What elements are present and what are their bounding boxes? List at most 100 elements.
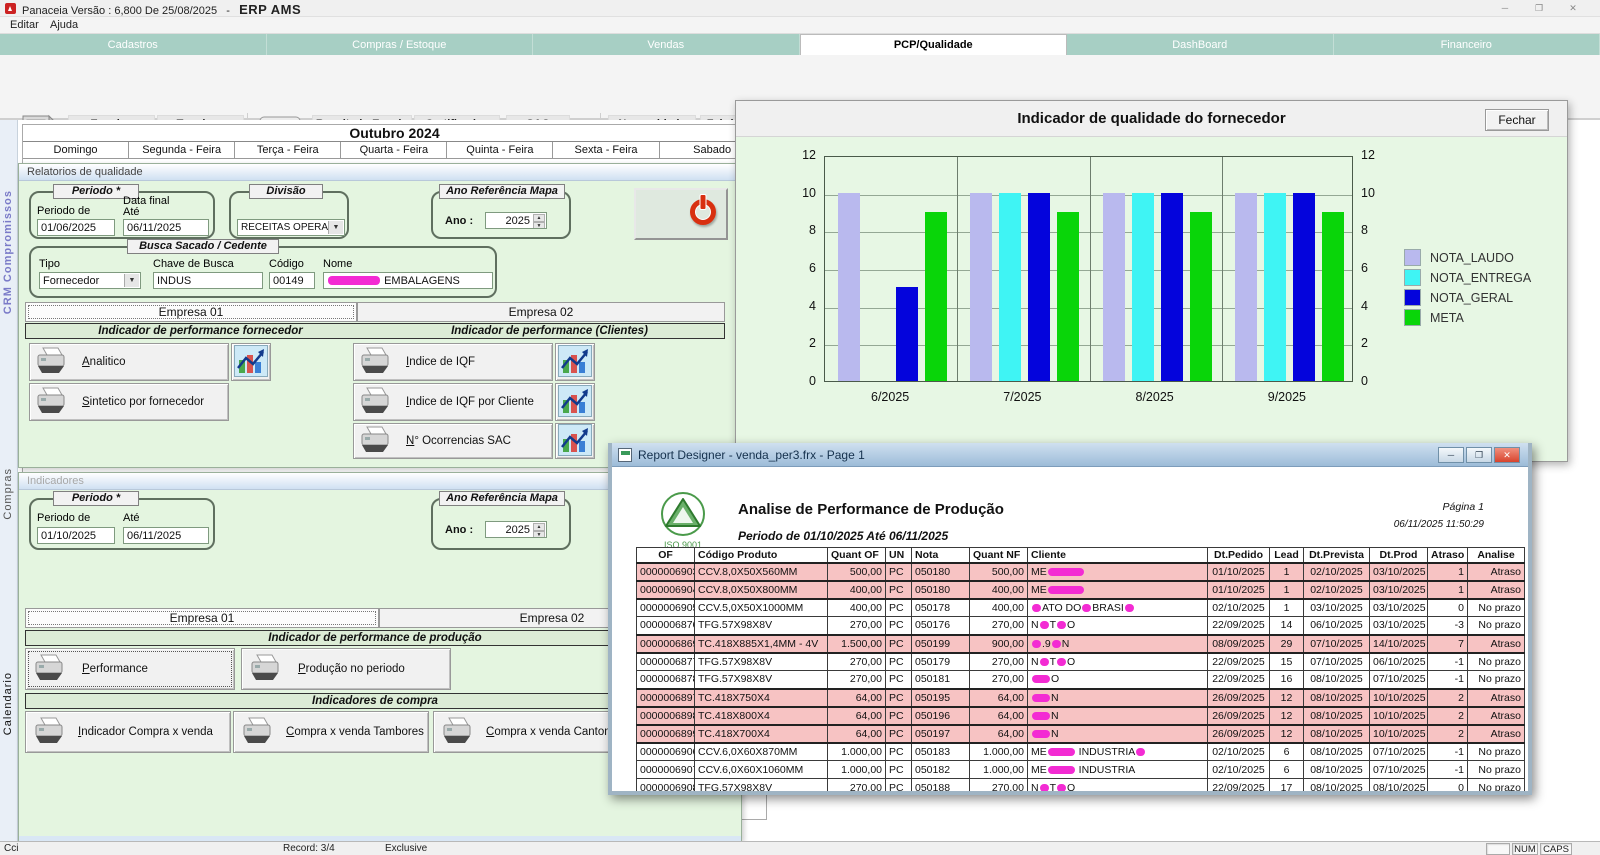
report-cell: 1.000,00 <box>827 760 886 779</box>
tab-cadastros[interactable]: Cadastros <box>0 34 267 55</box>
minimize-icon[interactable]: ─ <box>1438 447 1464 463</box>
tab-financeiro[interactable]: Financeiro <box>1333 34 1600 55</box>
tab-empresa-02[interactable]: Empresa 02 <box>357 302 725 322</box>
report-column-header: Quant NF <box>969 547 1028 563</box>
report-cell: No prazo <box>1467 598 1525 617</box>
printer-icon <box>240 716 274 749</box>
sidebar-item-compras[interactable]: Compras <box>2 468 14 520</box>
chave-busca-input[interactable]: INDUS <box>153 272 263 289</box>
tab-pcp-qualidade[interactable]: PCP/Qualidade <box>799 34 1067 55</box>
codigo-input[interactable]: 00149 <box>269 272 315 289</box>
report-window-titlebar[interactable]: Report Designer - venda_per3.frx - Page … <box>612 443 1528 467</box>
report-column-header: Nota <box>911 547 970 563</box>
report-cell: CCV.8,0X50X560MM <box>694 561 828 582</box>
ate-input[interactable]: 06/11/2025 <box>123 527 209 544</box>
spinner-arrows-icon[interactable]: ▲ ▼ <box>533 214 545 228</box>
btn-indice-iqf-cliente-chart[interactable] <box>555 383 595 421</box>
tab-empresa-01[interactable]: Empresa 01 <box>25 302 357 322</box>
maximize-icon[interactable]: ❐ <box>1466 447 1492 463</box>
y-axis-tick: 2 <box>1361 336 1368 351</box>
close-icon[interactable]: ✕ <box>1494 447 1520 463</box>
report-cell: 02/10/2025 <box>1207 598 1270 617</box>
btn-producao-periodo[interactable]: Produção no periodo <box>241 648 451 690</box>
status-num: NUM <box>1512 843 1538 855</box>
dialog-titlebar[interactable]: Relatorios de qualidade <box>19 164 741 181</box>
legend-swatch <box>1404 269 1421 286</box>
btn-indice-iqf-cliente[interactable]: Indice de IQF por Cliente <box>353 383 553 421</box>
btn-producao-periodo-label: Produção no periodo <box>298 663 405 675</box>
weekday-cell: Domingo <box>23 142 130 159</box>
nome-input[interactable]: EMBALAGENS <box>323 272 493 289</box>
btn-performance[interactable]: Performance <box>25 648 235 690</box>
data-final-input[interactable]: 06/11/2025 <box>123 219 209 236</box>
spinner-arrows-icon[interactable]: ▲ ▼ <box>533 523 545 537</box>
report-cell: No prazo <box>1467 778 1525 791</box>
app-version-text: Panaceia Versão : 6,800 De 25/08/2025 <box>22 5 218 17</box>
legend-item: NOTA_ENTREGA <box>1404 269 1531 286</box>
report-cell: No prazo <box>1467 670 1525 689</box>
report-cell: 1.000,00 <box>827 742 886 761</box>
report-cell: 400,00 <box>969 598 1028 617</box>
btn-sintetico-fornecedor[interactable]: Sintetico por fornecedor <box>29 383 229 421</box>
report-cell: 12 <box>1269 705 1304 726</box>
y-axis-tick: 4 <box>809 298 816 313</box>
report-cell: 22/09/2025 <box>1207 670 1270 689</box>
btn-analitico[interactable]: Analitico <box>29 343 229 381</box>
chart-window-titlebar[interactable]: Indicador de qualidade do fornecedor Fec… <box>736 101 1567 137</box>
btn-ocorrencias-sac-chart[interactable] <box>555 423 595 459</box>
btn-performance-label: Performance <box>82 663 148 675</box>
maximize-icon[interactable]: ❐ <box>1528 2 1550 15</box>
report-cell: 10/10/2025 <box>1369 687 1428 708</box>
tab-compras-estoque[interactable]: Compras / Estoque <box>266 34 533 55</box>
report-cell: 02/10/2025 <box>1303 561 1370 582</box>
legend-item: NOTA_GERAL <box>1404 289 1531 306</box>
btn-compra-venda-tambores[interactable]: Compra x venda Tambores <box>233 711 429 753</box>
status-empty-box <box>1486 843 1510 855</box>
report-row: 0000006897 TC.418X750X4 64,00 PC 050195 64,00… <box>636 687 1525 708</box>
minimize-icon[interactable]: ─ <box>1494 2 1516 15</box>
sidebar-item-calendario[interactable]: Calendario <box>2 672 14 735</box>
chevron-down-icon[interactable]: ▼ <box>328 221 343 234</box>
menu-ajuda[interactable]: Ajuda <box>46 19 82 31</box>
report-cell: 050188 <box>911 778 970 791</box>
tab-empresa-01[interactable]: Empresa 01 <box>25 608 379 628</box>
btn-indice-iqf-chart[interactable] <box>555 343 595 381</box>
sidebar-item-crm-compromissos[interactable]: CRM Compromissos <box>2 190 14 314</box>
calendar-weekday-row: Domingo Segunda - Feira Terça - Feira Qu… <box>23 142 766 159</box>
tab-dashboard[interactable]: DashBoard <box>1067 34 1334 55</box>
btn-compra-venda-cantoneiras[interactable]: Compra x venda Cantonei <box>433 711 633 753</box>
btn-ocorrencias-sac[interactable]: N° Ocorrencias SAC <box>353 423 553 459</box>
report-cell: 0000006903 <box>636 561 695 582</box>
divisao-select[interactable]: RECEITAS OPERAC ▼ <box>237 219 345 236</box>
report-cell: -1 <box>1427 652 1468 671</box>
y-axis-tick: 2 <box>809 336 816 351</box>
exit-button[interactable] <box>634 188 728 240</box>
btn-indicador-compra-venda[interactable]: Indicador Compra x venda <box>25 711 231 753</box>
chart-bar-nota_laudo <box>1102 192 1125 381</box>
weekday-cell: Terça - Feira <box>235 142 342 159</box>
report-column-header: Código Produto <box>694 547 828 563</box>
periodo-de-input[interactable]: 01/10/2025 <box>37 527 115 544</box>
report-cell: 26/09/2025 <box>1207 705 1270 726</box>
btn-analitico-chart[interactable] <box>231 343 271 381</box>
report-cell: 22/09/2025 <box>1207 778 1270 791</box>
window-titlebar[interactable]: Panaceia Versão : 6,800 De 25/08/2025 - … <box>0 0 1600 17</box>
report-cell: 08/10/2025 <box>1303 705 1370 726</box>
group-divisao: Divisão RECEITAS OPERAC ▼ <box>229 184 349 239</box>
ano-spinner[interactable]: 2025 ▲ ▼ <box>485 521 547 538</box>
tab-vendas[interactable]: Vendas <box>533 34 800 55</box>
menu-editar[interactable]: Editar <box>6 19 43 31</box>
periodo-de-input[interactable]: 01/06/2025 <box>37 219 115 236</box>
report-designer-window: Report Designer - venda_per3.frx - Page … <box>608 443 1532 795</box>
redacted-text <box>1057 657 1067 666</box>
report-cell: Atraso <box>1467 579 1525 600</box>
chevron-down-icon[interactable]: ▼ <box>124 274 139 287</box>
ano-spinner[interactable]: 2025 ▲ ▼ <box>485 212 547 229</box>
report-cell: NTO <box>1027 616 1208 635</box>
fechar-button[interactable]: Fechar <box>1485 109 1549 131</box>
report-cell: 07/10/2025 <box>1369 760 1428 779</box>
close-icon[interactable]: ✕ <box>1562 2 1584 15</box>
header-performance-fornecedor: Indicador de performance fornecedor <box>98 325 303 337</box>
tipo-select[interactable]: Fornecedor ▼ <box>39 272 141 289</box>
btn-indice-iqf[interactable]: Indice de IQF <box>353 343 553 381</box>
